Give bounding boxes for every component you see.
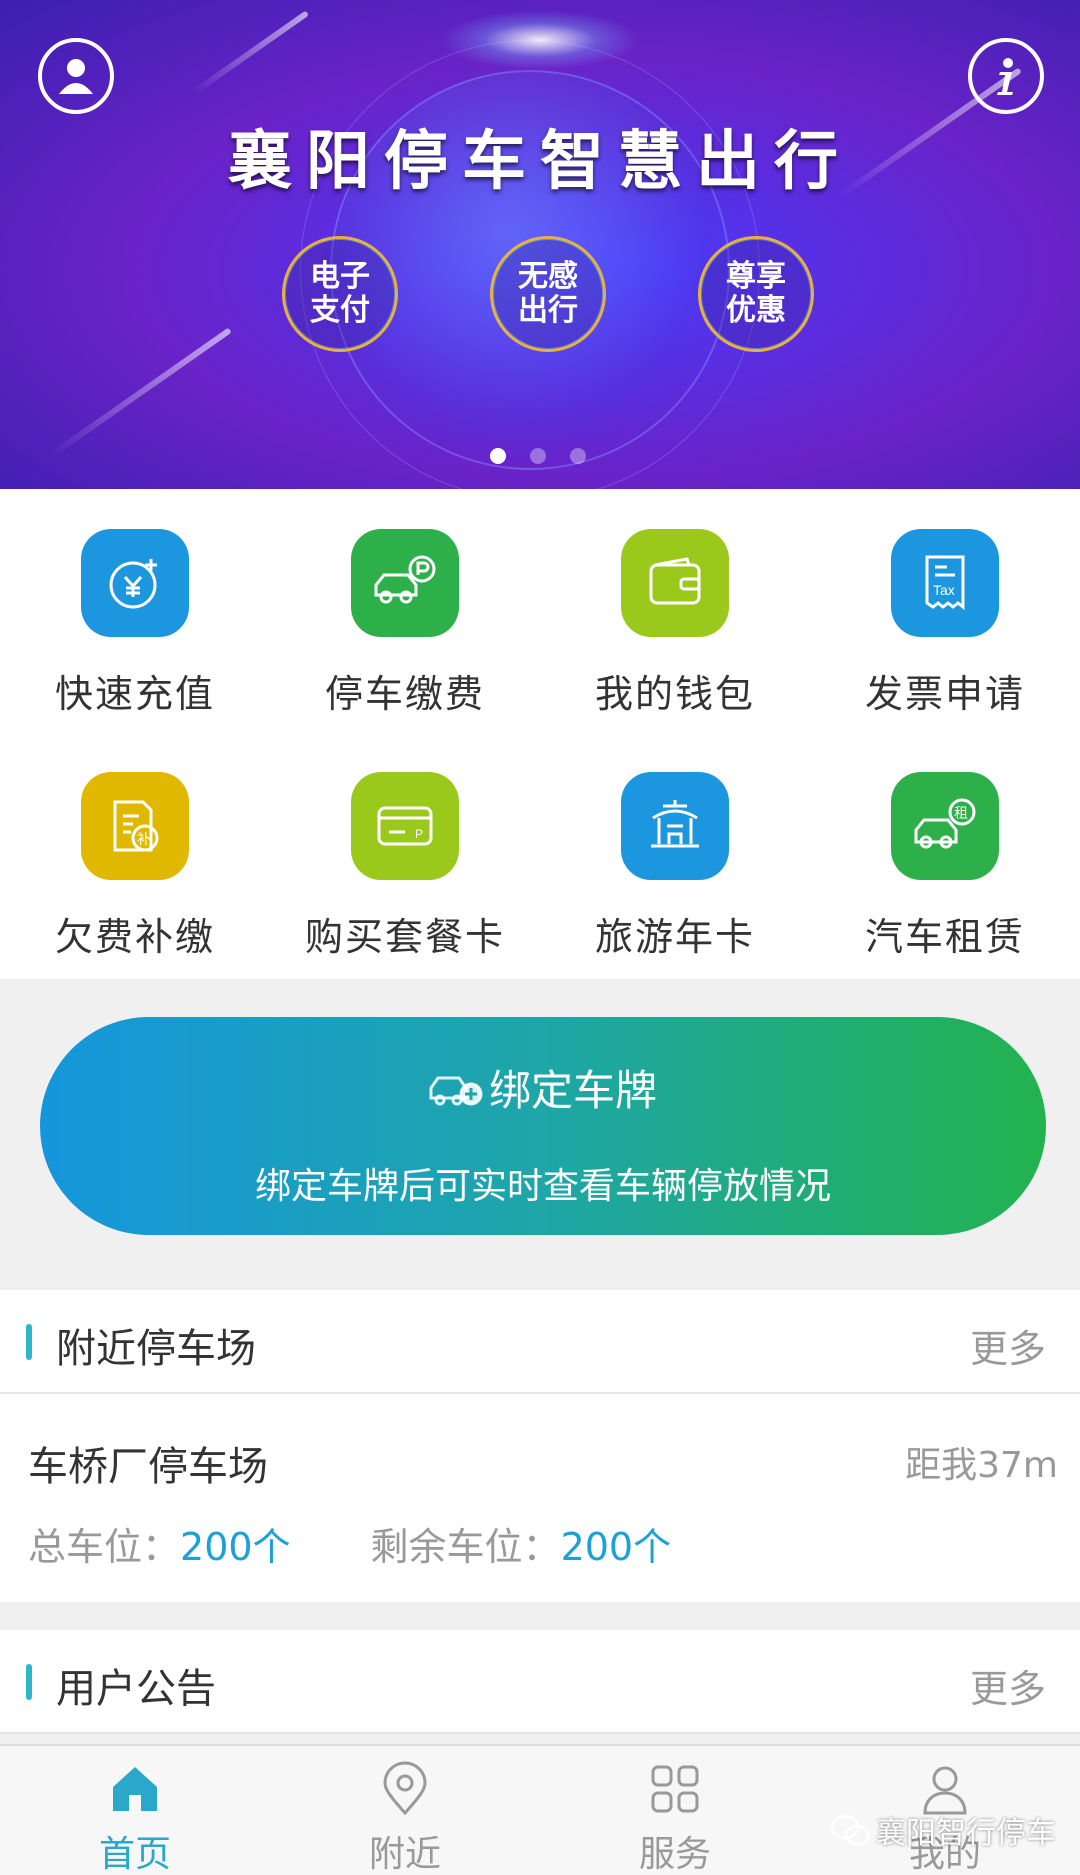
bind-plate-subtitle: 绑定车牌后可实时查看车辆停放情况 (254, 1166, 831, 1207)
nearby-title: 附近停车场 (56, 1326, 256, 1372)
car-add-icon (429, 1076, 483, 1105)
menu-label: 快速充值 (54, 672, 215, 716)
light-flare (440, 10, 640, 70)
tab-services[interactable]: 服务 (540, 1746, 810, 1875)
menu-travel-annual-card[interactable]: 旅游年卡 (540, 732, 810, 972)
wechat-icon (830, 1814, 870, 1846)
menu-my-wallet[interactable]: 我的钱包 (540, 489, 810, 729)
carousel-indicator (490, 448, 586, 464)
notice-title: 用户公告 (56, 1666, 216, 1712)
car-rental-icon: 租 (891, 772, 999, 880)
svg-text:P: P (415, 827, 423, 841)
svg-text:租: 租 (954, 806, 968, 822)
car-parking-icon (351, 529, 459, 637)
menu-label: 发票申请 (864, 672, 1025, 716)
yuan-recharge-icon (81, 529, 189, 637)
menu-quick-recharge[interactable]: 快速充值 (0, 489, 270, 729)
section-accent-bar (26, 1324, 32, 1360)
carousel-dot[interactable] (490, 448, 506, 464)
menu-label: 我的钱包 (594, 672, 755, 716)
profile-icon[interactable] (38, 38, 114, 114)
menu-invoice[interactable]: Tax 发票申请 (810, 489, 1080, 729)
menu-label: 停车缴费 (324, 672, 485, 716)
location-pin-icon (375, 1760, 435, 1817)
total-spaces-value: 200个 (180, 1525, 291, 1569)
remaining-spaces-value: 200个 (560, 1525, 672, 1569)
notice-section-header: 用户公告 更多 (0, 1630, 1080, 1734)
lot-distance: 距我37m (905, 1445, 1058, 1486)
watermark-text: 襄阳智行停车 (876, 1816, 1056, 1851)
lot-name: 车桥厂停车场 (28, 1444, 268, 1490)
tab-label: 首页 (98, 1834, 171, 1875)
banner-carousel[interactable]: 襄阳停车智慧出行 电子支付 无感出行 尊享优惠 (0, 0, 1080, 489)
remaining-spaces-label: 剩余车位： (370, 1525, 561, 1569)
light-streak (48, 327, 232, 459)
light-streak (190, 10, 310, 96)
bind-plate-title: 绑定车牌 (40, 1057, 1046, 1118)
tab-label: 附近 (368, 1834, 441, 1875)
grid-services-icon (645, 1760, 705, 1817)
menu-label: 旅游年卡 (594, 915, 755, 959)
bind-title-text: 绑定车牌 (488, 1066, 657, 1115)
arrears-icon: 补 (81, 772, 189, 880)
menu-car-rental[interactable]: 租 汽车租赁 (810, 732, 1080, 972)
feature-e-payment: 电子支付 (282, 236, 398, 352)
wallet-icon (621, 529, 729, 637)
menu-buy-package-card[interactable]: P 购买套餐卡 (270, 732, 540, 972)
card-icon: P (351, 772, 459, 880)
menu-parking-payment[interactable]: 停车缴费 (270, 489, 540, 729)
wechat-watermark: 襄阳智行停车 (830, 1808, 1056, 1852)
pavilion-icon (621, 772, 729, 880)
menu-label: 汽车租赁 (864, 915, 1025, 959)
menu-label: 欠费补缴 (54, 915, 215, 959)
feature-seamless-travel: 无感出行 (490, 236, 606, 352)
tab-nearby[interactable]: 附近 (270, 1746, 540, 1875)
banner-title: 襄阳停车智慧出行 (228, 125, 852, 199)
svg-text:Tax: Tax (933, 582, 955, 598)
home-icon (105, 1760, 165, 1817)
menu-label: 购买套餐卡 (304, 915, 505, 959)
notice-more-link[interactable]: 更多 (970, 1658, 1046, 1713)
service-grid: 快速充值 停车缴费 我的钱包 Tax 发票申请 补 欠费补缴 P 购买套餐卡 旅 (0, 489, 1080, 979)
info-icon[interactable] (968, 38, 1044, 114)
nearby-more-link[interactable]: 更多 (970, 1318, 1046, 1373)
nearby-section-header: 附近停车场 更多 (0, 1290, 1080, 1394)
feature-discount: 尊享优惠 (698, 236, 814, 352)
tab-home[interactable]: 首页 (0, 1746, 270, 1875)
carousel-dot[interactable] (570, 448, 586, 464)
parking-lot-item[interactable]: 车桥厂停车场 距我37m 总车位： 200个 剩余车位： 200个 (0, 1394, 1080, 1602)
section-accent-bar (26, 1664, 32, 1700)
lot-stats: 总车位： 200个 剩余车位： 200个 (28, 1516, 751, 1571)
menu-arrears-payment[interactable]: 补 欠费补缴 (0, 732, 270, 972)
svg-text:补: 补 (137, 832, 151, 848)
tab-label: 服务 (638, 1834, 711, 1875)
bind-plate-button[interactable]: 绑定车牌 绑定车牌后可实时查看车辆停放情况 (40, 1017, 1046, 1235)
carousel-dot[interactable] (530, 448, 546, 464)
tax-invoice-icon: Tax (891, 529, 999, 637)
total-spaces-label: 总车位： (28, 1525, 181, 1569)
